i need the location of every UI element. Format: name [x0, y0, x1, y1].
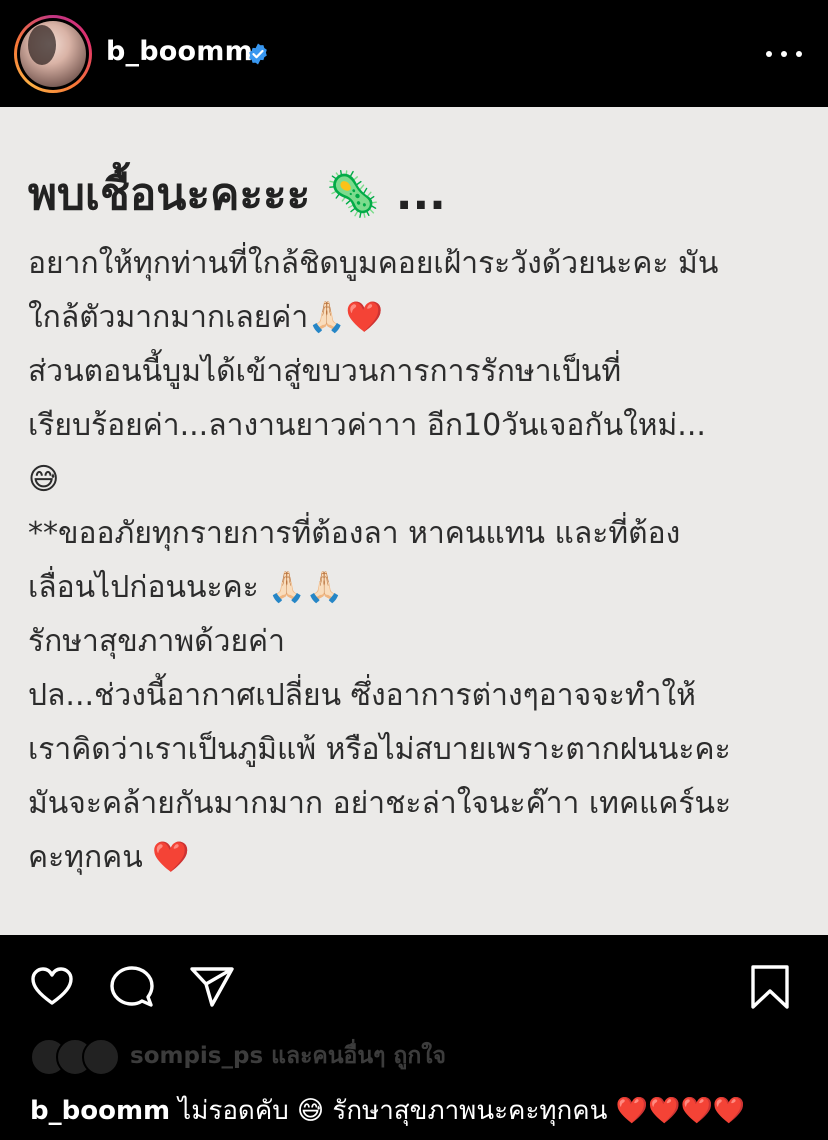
more-options-icon[interactable]	[766, 40, 802, 68]
likes-text: sompis_ps และคนอื่นๆ ถูกใจ	[130, 1043, 446, 1069]
heart-icon[interactable]	[28, 963, 76, 1011]
post-line: รักษาสุขภาพด้วยค่า	[28, 624, 285, 659]
post-line: เราคิดว่าเราเป็นภูมิแพ้ หรือไม่สบายเพราะ…	[28, 732, 731, 767]
post-title: พบเชื้อนะคะะะ 🦠 ...	[28, 169, 446, 220]
post-line: ส่วนตอนนี้บูมได้เข้าสู่ขบวนการการรักษาเป…	[28, 354, 622, 389]
liked-by[interactable]: sompis_ps และคนอื่นๆ ถูกใจ	[30, 1036, 446, 1076]
post-line: มันจะคล้ายกันมากมาก อย่าชะล่าใจนะค๊าา เท…	[28, 786, 732, 821]
post-line: อยากให้ทุกท่านที่ใกล้ชิดบูมคอยเฝ้าระวังด…	[28, 246, 719, 281]
username-link[interactable]: b_boomm	[106, 36, 253, 67]
post-line: **ขออภัยทุกรายการที่ต้องลา หาคนแทน และที…	[28, 516, 681, 551]
profile-avatar[interactable]	[14, 15, 92, 93]
verified-badge-icon	[249, 43, 267, 65]
avatar	[82, 1038, 120, 1076]
post-line: ใกล้ตัวมากมากเลยค่า🙏🏻❤️	[28, 300, 383, 335]
post-body-text: อยากให้ทุกท่านที่ใกล้ชิดบูมคอยเฝ้าระวังด…	[28, 237, 808, 885]
action-bar	[0, 935, 828, 1035]
liker-avatars	[30, 1038, 122, 1076]
post-line: เรียบร้อยค่า...ลางานยาวค่าาา อีก10วันเจอ…	[28, 408, 706, 443]
send-icon[interactable]	[188, 963, 236, 1011]
caption: b_boomm ไม่รอดคับ 😅 รักษาสุขภาพนะคะทุกคน …	[30, 1090, 745, 1131]
caption-text: ไม่รอดคับ 😅 รักษาสุขภาพนะคะทุกคน ❤️❤️❤️❤…	[178, 1096, 746, 1126]
comment-icon[interactable]	[108, 963, 156, 1011]
post-line: คะทุกคน ❤️	[28, 840, 190, 875]
post-image[interactable]: พบเชื้อนะคะะะ 🦠 ... อยากให้ทุกท่านที่ใกล…	[0, 107, 828, 935]
avatar-image	[20, 21, 86, 87]
post-header: b_boomm	[0, 0, 828, 107]
post-line: เลื่อนไปก่อนนะคะ 🙏🏻🙏🏻	[28, 570, 344, 605]
caption-username[interactable]: b_boomm	[30, 1096, 170, 1126]
post-line: ปล...ช่วงนี้อากาศเปลี่ยน ซึ่งอาการต่างๆอ…	[28, 678, 696, 713]
post-line: 😅	[28, 462, 60, 497]
bookmark-icon[interactable]	[746, 963, 794, 1011]
